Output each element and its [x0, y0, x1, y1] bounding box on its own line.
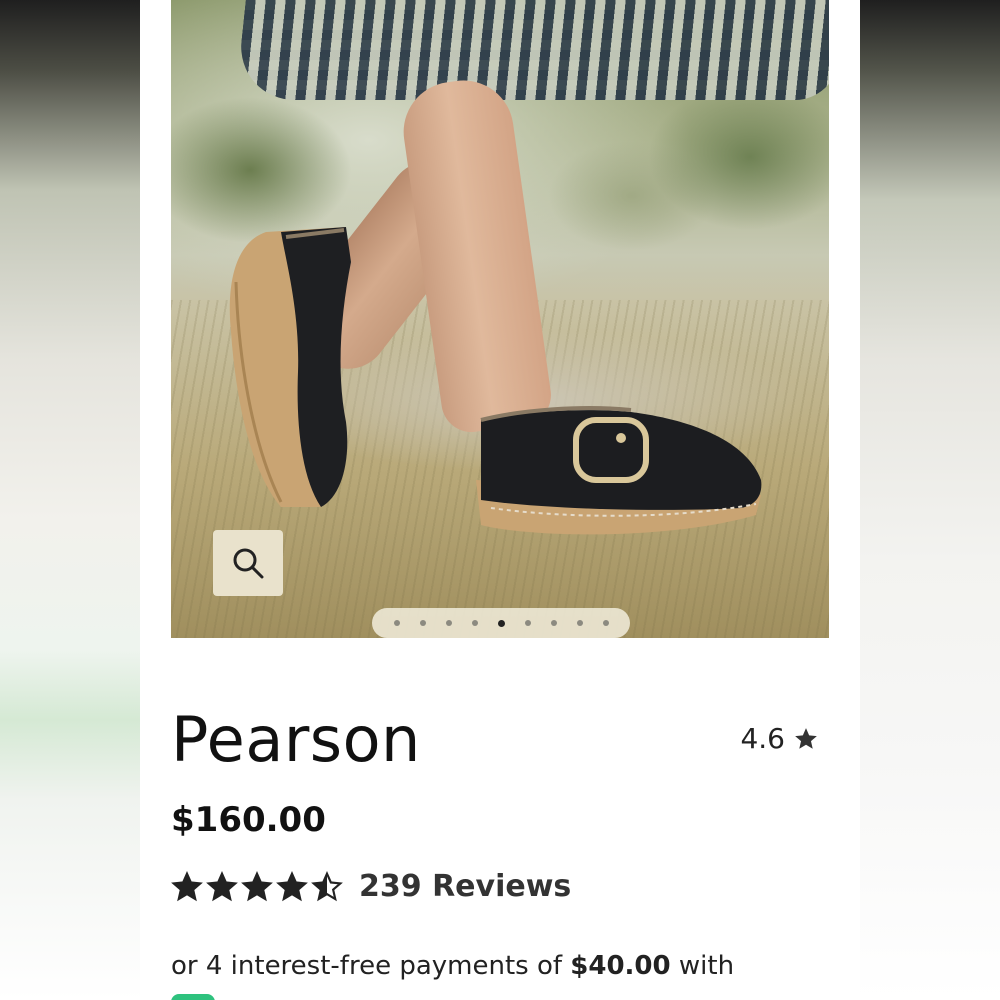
gallery-dot[interactable] [497, 619, 505, 627]
clog-back-illustration [229, 227, 351, 507]
gallery-dot[interactable] [602, 620, 609, 626]
installments-text: or 4 interest-free payments of $40.00 wi… [171, 951, 734, 981]
clog-front-illustration [476, 406, 762, 535]
zoom-button[interactable] [213, 530, 283, 596]
gallery-dot[interactable] [445, 620, 452, 626]
reviews-link[interactable]: 239 Reviews [359, 869, 571, 904]
image-skirt [235, 0, 829, 100]
gallery-dot[interactable] [393, 620, 400, 626]
product-panel: Pearson 4.6 $160.00 239 Reviews or 4 int… [140, 0, 860, 1000]
star-icon [795, 727, 817, 749]
product-image[interactable] [171, 0, 829, 638]
gallery-pagination [372, 608, 630, 638]
gallery-dot[interactable] [550, 620, 557, 626]
installments-amount: $40.00 [570, 951, 671, 981]
gallery-dot[interactable] [524, 620, 531, 626]
gallery-dot[interactable] [576, 620, 583, 626]
star-full-icon [171, 870, 203, 901]
background-blur-left [0, 0, 140, 1000]
installments-prefix: or 4 interest-free payments of [171, 951, 571, 981]
gallery-dot[interactable] [419, 620, 426, 626]
star-full-icon [241, 870, 273, 901]
star-full-icon [276, 870, 308, 901]
installments-suffix: with [670, 951, 735, 981]
average-rating-value: 4.6 [740, 722, 785, 755]
search-icon [233, 548, 264, 579]
product-title: Pearson [171, 703, 421, 776]
star-full-icon [206, 870, 238, 901]
reviews-summary[interactable]: 239 Reviews [171, 869, 571, 904]
rating-stars [171, 870, 343, 903]
gallery-dot[interactable] [471, 620, 478, 626]
average-rating[interactable]: 4.6 [740, 722, 819, 755]
background-blur-right [860, 0, 1000, 1000]
payment-provider-badge[interactable] [171, 994, 215, 1000]
star-half-icon [311, 870, 343, 901]
product-price: $160.00 [171, 800, 326, 840]
